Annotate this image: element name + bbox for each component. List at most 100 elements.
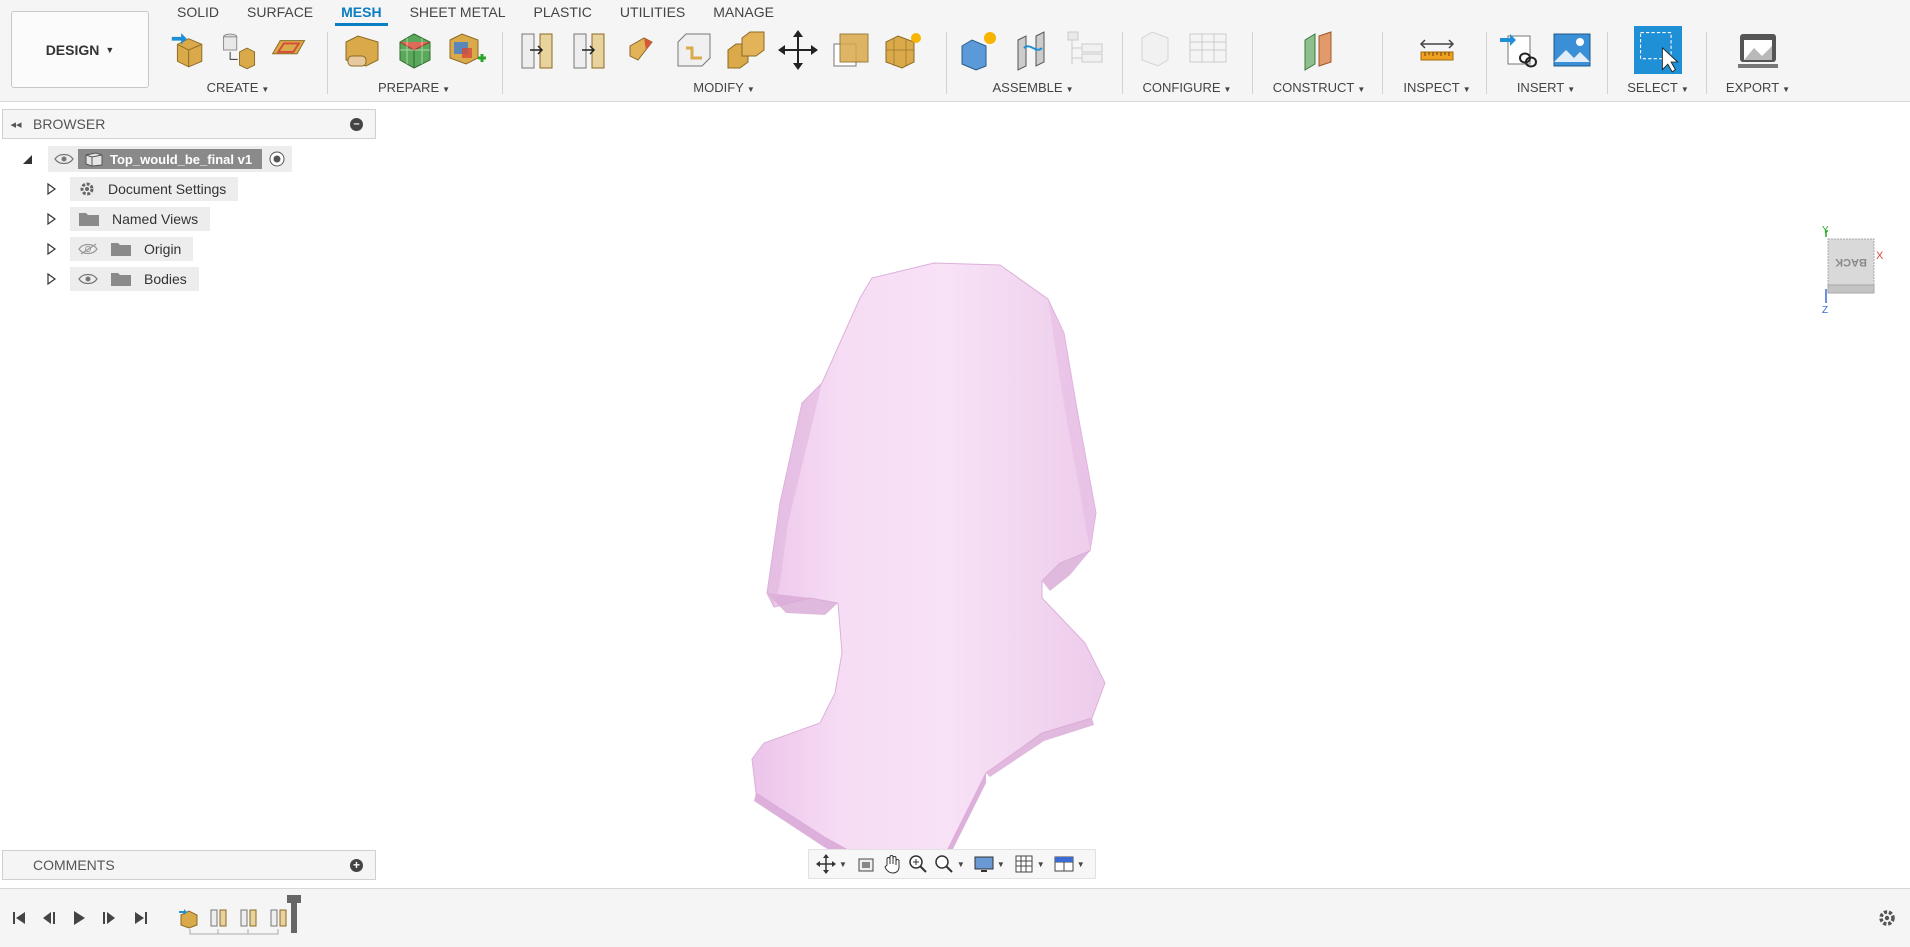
browser-item-named-views[interactable]: Named Views	[44, 206, 211, 232]
folder-icon	[79, 213, 99, 226]
add-comment-icon[interactable]: +	[350, 859, 363, 872]
minimize-browser-icon[interactable]: –	[350, 118, 363, 131]
plane-cut-icon[interactable]	[516, 28, 560, 72]
caret-down-icon[interactable]: ▼	[997, 860, 1005, 869]
browser-panel-header: ◂◂ BROWSER –	[2, 109, 376, 139]
timeline-mesh-feature-icon[interactable]	[178, 907, 200, 929]
fit-button[interactable]: ▼	[933, 851, 969, 877]
collapsed-triangle-icon[interactable]	[44, 182, 58, 196]
export-group-label[interactable]: EXPORT ▼	[1716, 80, 1800, 95]
go-to-start-button[interactable]	[8, 907, 30, 929]
workspace-switcher-button[interactable]: DESIGN ▼	[11, 11, 149, 88]
scale-icon[interactable]	[828, 28, 872, 72]
insert-group-label[interactable]: INSERT ▼	[1498, 80, 1594, 95]
create-group-label[interactable]: CREATE ▼	[168, 80, 308, 95]
collapsed-triangle-icon[interactable]	[44, 272, 58, 286]
insert-derive-icon[interactable]	[1498, 28, 1542, 72]
play-button[interactable]	[68, 907, 90, 929]
zoom-button[interactable]	[907, 851, 929, 877]
eye-icon[interactable]	[54, 152, 74, 166]
configuration-icon[interactable]	[1186, 28, 1230, 72]
tab-solid[interactable]: SOLID	[163, 0, 233, 26]
erase-and-fill-icon[interactable]	[620, 28, 664, 72]
caret-down-icon[interactable]: ▼	[1037, 860, 1045, 869]
inspect-group-label[interactable]: INSPECT ▼	[1394, 80, 1480, 95]
tab-sheet-metal[interactable]: SHEET METAL	[396, 0, 520, 26]
assemble-group-label[interactable]: ASSEMBLE ▼	[958, 80, 1108, 95]
step-back-button[interactable]	[38, 907, 60, 929]
timeline-marker[interactable]	[287, 895, 301, 933]
timeline-plane-cut-icon[interactable]	[238, 907, 260, 929]
go-to-end-button[interactable]	[130, 907, 152, 929]
create-group: CREATE ▼	[168, 28, 308, 98]
eye-hidden-icon[interactable]	[78, 242, 100, 256]
origin-chip[interactable]: Origin	[70, 237, 194, 261]
collapsed-triangle-icon[interactable]	[44, 212, 58, 226]
joint-icon[interactable]	[1010, 28, 1054, 72]
viewcube[interactable]: Y BACK X Z	[1818, 223, 1884, 315]
modify-group-label[interactable]: MODIFY ▼	[516, 80, 932, 95]
toolbar-separator	[1706, 32, 1707, 94]
browser-item-document-settings[interactable]: Document Settings	[44, 176, 239, 202]
timeline-plane-cut-icon[interactable]	[208, 907, 230, 929]
move-icon[interactable]	[776, 28, 820, 72]
mesh-section-icon[interactable]	[568, 28, 612, 72]
viewports-button[interactable]: ▼	[1053, 851, 1089, 877]
tab-plastic[interactable]: PLASTIC	[520, 0, 606, 26]
remesh-icon[interactable]	[392, 28, 436, 72]
orbit-button[interactable]: ▼	[815, 851, 851, 877]
insert-canvas-icon[interactable]	[1550, 28, 1594, 72]
bill-of-materials-icon[interactable]	[1062, 28, 1106, 72]
step-forward-button[interactable]	[98, 907, 120, 929]
comments-panel-header[interactable]: COMMENTS +	[2, 850, 376, 880]
tab-surface[interactable]: SURFACE	[233, 0, 327, 26]
generate-face-groups-icon[interactable]	[444, 28, 488, 72]
eye-icon[interactable]	[78, 272, 100, 286]
tab-mesh[interactable]: MESH	[327, 0, 395, 26]
select-icon[interactable]	[1633, 26, 1683, 74]
collapse-panel-icon[interactable]: ◂◂	[3, 118, 29, 131]
insert-mesh-icon[interactable]	[168, 28, 209, 72]
new-component-icon[interactable]	[958, 28, 1002, 72]
pan-hand-icon	[884, 855, 900, 874]
reduce-icon[interactable]	[880, 28, 924, 72]
browser-root-row[interactable]: Top_would_be_final v1	[20, 146, 293, 172]
expanded-triangle-icon[interactable]	[20, 152, 34, 166]
select-group-label[interactable]: SELECT ▼	[1620, 80, 1696, 95]
caret-down-icon[interactable]: ▼	[839, 860, 847, 869]
display-settings-button[interactable]: ▼	[973, 851, 1009, 877]
caret-down-icon[interactable]: ▼	[1077, 860, 1085, 869]
look-at-button[interactable]	[855, 851, 877, 877]
activate-radio-icon[interactable]	[268, 150, 286, 168]
construct-group-label[interactable]: CONSTRUCT ▼	[1264, 80, 1374, 95]
measure-icon[interactable]	[1415, 28, 1459, 72]
timeline-plane-cut-icon[interactable]	[268, 907, 290, 929]
shell-icon[interactable]	[672, 28, 716, 72]
document-settings-chip[interactable]: Document Settings	[70, 177, 239, 201]
tab-manage[interactable]: MANAGE	[699, 0, 788, 26]
pan-button[interactable]	[881, 851, 903, 877]
prepare-group-label[interactable]: PREPARE ▼	[340, 80, 488, 95]
orbit-icon	[816, 854, 836, 874]
named-views-chip[interactable]: Named Views	[70, 207, 211, 231]
bodies-chip[interactable]: Bodies	[70, 267, 199, 291]
canvas-viewport[interactable]: Y BACK X Z	[0, 103, 1910, 888]
browser-item-origin[interactable]: Origin	[44, 236, 194, 262]
timeline-settings-gear-icon[interactable]	[1876, 907, 1898, 929]
tessellate-icon[interactable]	[217, 28, 258, 72]
export-icon[interactable]	[1736, 28, 1780, 72]
construct-plane-icon[interactable]	[1297, 28, 1341, 72]
grid-settings-button[interactable]: ▼	[1013, 851, 1049, 877]
collapsed-triangle-icon[interactable]	[44, 242, 58, 256]
configure-group-label[interactable]: CONFIGURE ▼	[1134, 80, 1240, 95]
caret-down-icon[interactable]: ▼	[957, 860, 965, 869]
configure-table-icon[interactable]	[1134, 28, 1178, 72]
tab-utilities[interactable]: UTILITIES	[606, 0, 699, 26]
root-component-chip[interactable]: Top_would_be_final v1	[48, 146, 293, 172]
browser-item-bodies[interactable]: Bodies	[44, 266, 199, 292]
root-component-name: Top_would_be_final v1	[110, 151, 253, 167]
mesh-body[interactable]	[740, 253, 1220, 873]
create-face-group-icon[interactable]	[267, 28, 308, 72]
repair-icon[interactable]	[340, 28, 384, 72]
combine-icon[interactable]	[724, 28, 768, 72]
